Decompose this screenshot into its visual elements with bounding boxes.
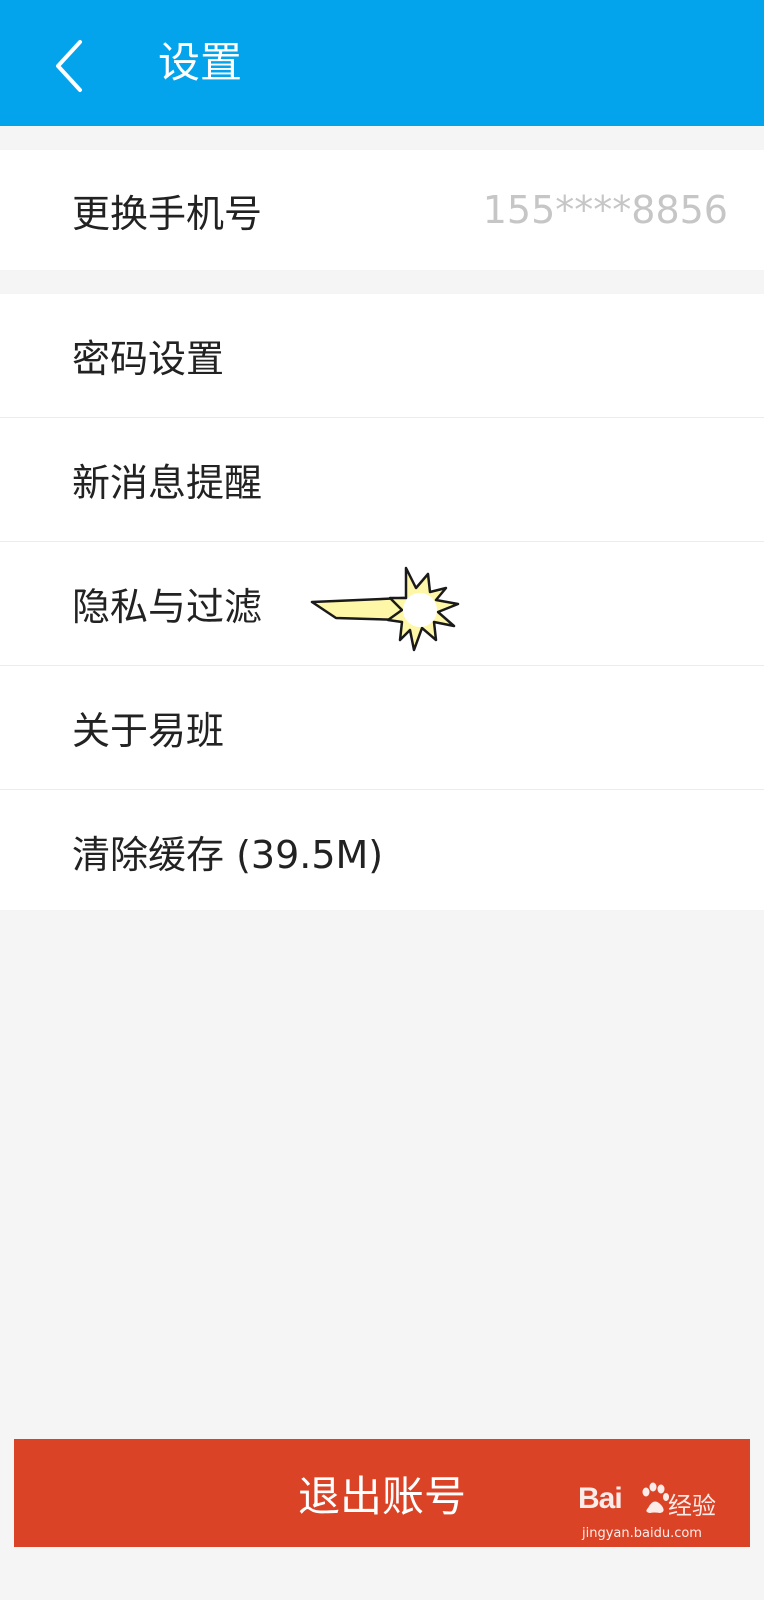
settings-item-label: 清除缓存 (39.5M) <box>72 833 384 877</box>
settings-item-notifications[interactable]: 新消息提醒 <box>0 417 764 541</box>
settings-item-clear-cache[interactable]: 清除缓存 (39.5M) <box>0 789 764 913</box>
settings-item-about[interactable]: 关于易班 <box>0 665 764 789</box>
settings-item-password[interactable]: 密码设置 <box>0 294 764 417</box>
baidu-paw-logo <box>642 1482 669 1513</box>
settings-item-label: 更换手机号 <box>72 191 263 236</box>
settings-item-label: 关于易班 <box>72 709 225 753</box>
baidu-jingyan-watermark: Bai 经验 jingyan.baidu.com <box>578 1482 728 1552</box>
pointer-arrow-burst-icon <box>310 566 460 652</box>
settings-item-label: 新消息提醒 <box>72 461 263 505</box>
settings-item-change-phone[interactable]: 更换手机号 155****8856 <box>0 150 764 270</box>
account-section: 更换手机号 155****8856 <box>0 150 764 270</box>
top-app-bar: 设置 <box>0 0 764 126</box>
page-title: 设置 <box>158 38 243 87</box>
settings-item-label: 密码设置 <box>72 337 225 381</box>
phone-number-value: 155****8856 <box>482 188 728 232</box>
watermark-brand-suffix: 经验 <box>668 1492 716 1520</box>
watermark-brand: Bai <box>578 1482 623 1515</box>
watermark-domain: jingyan.baidu.com <box>582 1526 702 1541</box>
settings-item-label: 隐私与过滤 <box>72 585 263 629</box>
back-button[interactable] <box>40 30 110 96</box>
chevron-left-icon <box>56 40 82 92</box>
